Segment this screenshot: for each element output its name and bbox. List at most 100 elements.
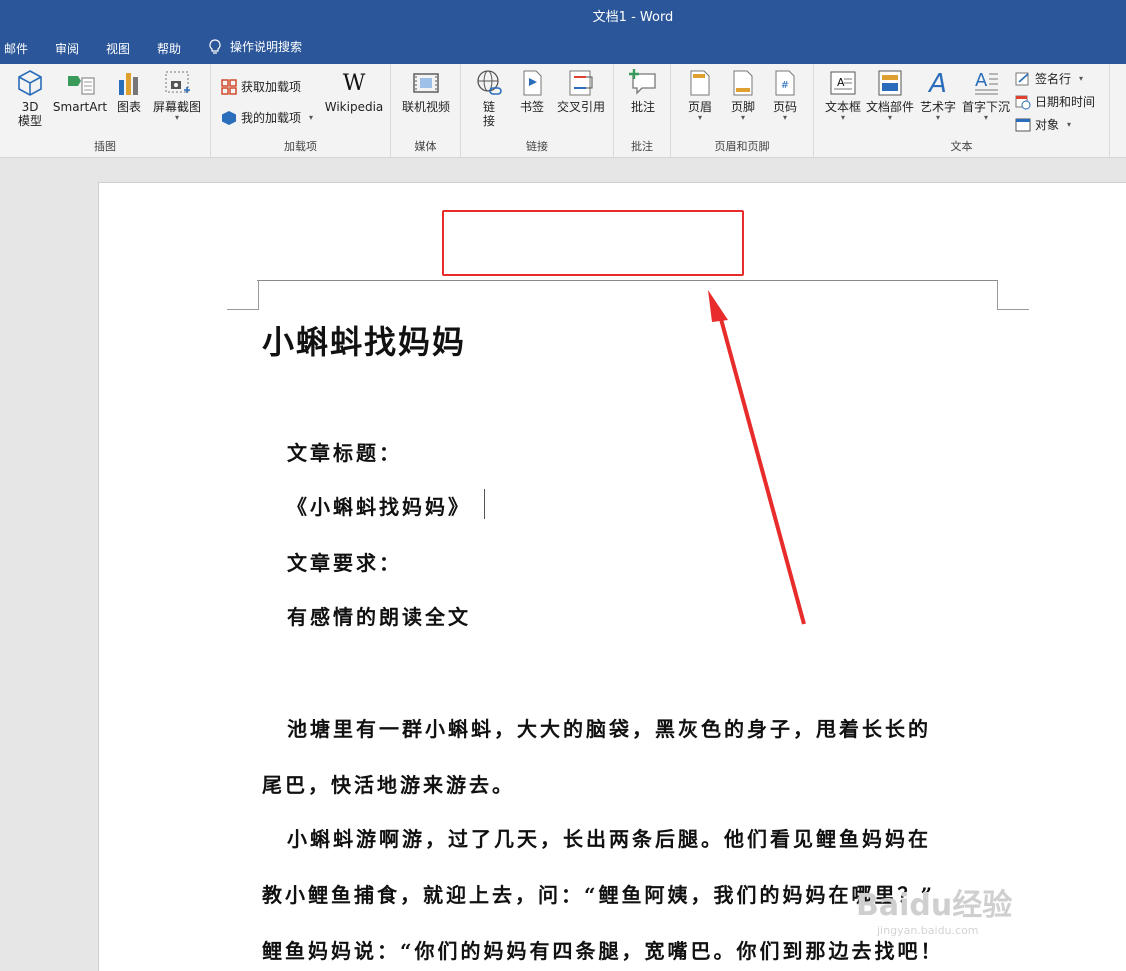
quick-parts-button[interactable]: 文档部件 ▾ <box>865 68 915 122</box>
doc-line[interactable]: 池塘里有一群小蝌蚪，大大的脑袋，黑灰色的身子，甩着长长的 <box>287 713 931 742</box>
doc-line[interactable]: 文章标题： <box>287 437 402 466</box>
doc-line[interactable]: 《小蝌蚪找妈妈》 <box>287 491 471 520</box>
quick-parts-icon <box>878 70 902 96</box>
doc-line[interactable]: 小蝌蚪游啊游，过了几天，长出两条后腿。他们看见鲤鱼妈妈在 <box>287 823 931 852</box>
svg-text:A: A <box>837 76 845 89</box>
group-comments: 批注 批注 <box>614 64 671 158</box>
group-header-footer: 页眉 ▾ 页脚 ▾ # 页码 ▾ 页眉和页脚 <box>671 64 814 158</box>
bookmark-icon <box>523 70 542 96</box>
doc-line[interactable]: 鲤鱼妈妈说：“你们的妈妈有四条腿，宽嘴巴。你们到那边去找吧！ <box>262 935 944 964</box>
screenshot-icon <box>165 71 190 93</box>
wordart-icon: A <box>927 69 947 98</box>
wikipedia-icon: W <box>343 71 366 96</box>
smartart-button[interactable]: SmartArt <box>52 68 108 114</box>
chevron-down-icon: ▾ <box>697 113 702 122</box>
ribbon: 3D 模型 SmartArt 图表 屏幕截图 ▾ 插图 获取加载项 我的加载项 … <box>0 64 1126 158</box>
page-footer-icon <box>733 70 753 96</box>
signature-icon <box>1015 72 1029 85</box>
group-text: A 文本框 ▾ 文档部件 ▾ A 艺术字 ▾ A 首字下沉 ▾ 签名行 ▾ 日期… <box>814 64 1110 158</box>
header-button[interactable]: 页眉 ▾ <box>683 68 717 122</box>
watermark-logo: Baidu经验 <box>856 888 1013 923</box>
ribbon-tabs: 邮件 审阅 视图 帮助 操作说明搜索 <box>0 30 1126 64</box>
header-divider <box>257 280 997 281</box>
margin-corner-left <box>227 280 259 310</box>
textbox-button[interactable]: A 文本框 ▾ <box>823 68 863 122</box>
page-number-button[interactable]: # 页码 ▾ <box>768 68 802 122</box>
addin-cube-icon <box>222 110 236 125</box>
document-area[interactable]: 小蝌蚪找妈妈 文章标题： 《小蝌蚪找妈妈》 文章要求： 有感情的朗读全文 池塘里… <box>0 158 1126 971</box>
group-label-links: 链接 <box>526 140 548 153</box>
svg-text:A: A <box>975 70 988 91</box>
store-icon <box>221 78 237 95</box>
cube-icon <box>18 70 42 96</box>
cross-reference-button[interactable]: 交叉引用 <box>553 68 609 114</box>
group-label-comments: 批注 <box>631 140 653 153</box>
tab-help[interactable]: 帮助 <box>157 40 181 57</box>
globe-link-icon <box>477 70 502 95</box>
chevron-down-icon: ▾ <box>983 113 988 122</box>
group-label-media: 媒体 <box>414 140 437 153</box>
doc-line[interactable]: 文章要求： <box>287 547 402 576</box>
page-number-icon: # <box>775 70 795 96</box>
tab-mailings[interactable]: 邮件 <box>4 40 28 57</box>
3d-models-button[interactable]: 3D 模型 <box>12 68 48 128</box>
tell-me-label: 操作说明搜索 <box>230 40 303 54</box>
object-icon <box>1015 118 1031 131</box>
bookmark-button[interactable]: 书签 <box>515 68 549 114</box>
signature-line-button[interactable]: 签名行 ▾ <box>1015 70 1083 87</box>
group-label-addins: 加载项 <box>284 140 317 153</box>
cross-reference-icon <box>569 70 593 96</box>
wikipedia-button[interactable]: W Wikipedia <box>323 68 385 114</box>
group-label-header-footer: 页眉和页脚 <box>714 140 770 153</box>
document-title[interactable]: 小蝌蚪找妈妈 <box>262 317 466 363</box>
doc-line[interactable]: 教小鲤鱼捕食，就迎上去，问：“鲤鱼阿姨，我们的妈妈在哪里？” <box>262 879 935 908</box>
chevron-down-icon: ▾ <box>1067 120 1072 129</box>
tab-view[interactable]: 视图 <box>106 40 130 57</box>
doc-line[interactable]: 尾巴，快活地游来游去。 <box>262 769 515 798</box>
drop-cap-icon: A <box>975 70 998 95</box>
group-illustrations: 3D 模型 SmartArt 图表 屏幕截图 ▾ 插图 <box>0 64 211 158</box>
footer-button[interactable]: 页脚 ▾ <box>726 68 760 122</box>
page-header-icon <box>690 70 710 96</box>
wordart-button[interactable]: A 艺术字 ▾ <box>918 68 958 122</box>
chevron-down-icon: ▾ <box>1079 74 1084 83</box>
screenshot-button[interactable]: 屏幕截图 ▾ <box>150 68 204 122</box>
chevron-down-icon: ▾ <box>174 113 179 122</box>
margin-corner-right <box>997 280 1029 310</box>
date-time-button[interactable]: 日期和时间 <box>1015 93 1095 110</box>
bar-chart-icon <box>119 73 138 95</box>
chevron-down-icon: ▾ <box>840 113 845 122</box>
film-icon <box>413 73 439 93</box>
drop-cap-button[interactable]: A 首字下沉 ▾ <box>960 68 1012 122</box>
svg-text:A: A <box>927 69 947 98</box>
object-button[interactable]: 对象 ▾ <box>1015 116 1071 133</box>
get-addins-button[interactable]: 获取加载项 <box>221 78 301 95</box>
text-cursor <box>484 489 485 519</box>
title-bar: 文档1 - Word <box>0 0 1126 30</box>
my-addins-button[interactable]: 我的加载项 ▾ <box>221 109 313 126</box>
tell-me-search[interactable]: 操作说明搜索 <box>208 38 302 55</box>
lightbulb-icon <box>209 38 221 54</box>
textbox-icon: A <box>830 71 856 95</box>
new-comment-button[interactable]: 批注 <box>626 68 660 114</box>
tab-review[interactable]: 审阅 <box>55 40 79 57</box>
chevron-down-icon: ▾ <box>782 113 787 122</box>
online-video-button[interactable]: 联机视频 <box>399 68 453 114</box>
calendar-clock-icon <box>1015 95 1031 109</box>
smartart-icon <box>68 76 95 95</box>
header-highlight-box <box>442 210 744 276</box>
document-page[interactable]: 小蝌蚪找妈妈 文章标题： 《小蝌蚪找妈妈》 文章要求： 有感情的朗读全文 池塘里… <box>98 182 1126 971</box>
doc-line[interactable]: 有感情的朗读全文 <box>287 601 471 630</box>
group-label-text: 文本 <box>950 140 973 153</box>
chevron-down-icon: ▾ <box>887 113 892 122</box>
watermark-url: jingyan.baidu.com <box>877 924 979 937</box>
link-button[interactable]: 链 接 <box>471 68 507 128</box>
svg-text:W: W <box>343 71 366 96</box>
group-media: 联机视频 媒体 <box>391 64 461 158</box>
group-label-illustrations: 插图 <box>94 140 116 153</box>
comment-icon <box>629 69 656 95</box>
chart-button[interactable]: 图表 <box>113 68 145 114</box>
chevron-down-icon: ▾ <box>935 113 940 122</box>
svg-text:#: # <box>781 80 789 91</box>
chevron-down-icon: ▾ <box>740 113 745 122</box>
